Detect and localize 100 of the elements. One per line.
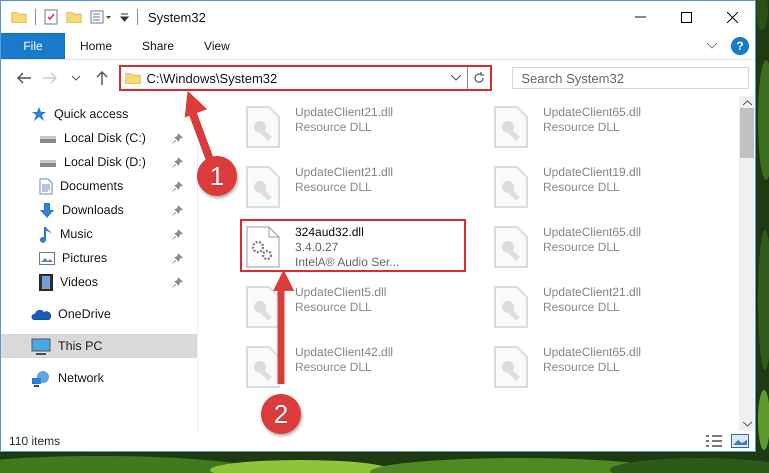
file-icon (245, 345, 281, 389)
file-detail: Resource DLL (295, 300, 373, 314)
minimize-icon (634, 16, 646, 18)
properties-icon[interactable] (44, 9, 58, 25)
pin-icon[interactable] (172, 204, 183, 216)
sidebar-item[interactable]: Quick access (1, 102, 134, 126)
pin-icon[interactable] (172, 252, 183, 264)
ribbon-tab[interactable]: View (189, 33, 245, 59)
network-icon (31, 370, 51, 386)
file-detail: Resource DLL (295, 360, 373, 374)
document-icon (39, 178, 53, 194)
file-detail: Resource DLL (543, 180, 621, 194)
sidebar-item-label: Documents (60, 179, 124, 193)
cloud-icon (31, 308, 51, 320)
file-name: UpdateClient65.dll (543, 105, 642, 119)
list-dropdown-icon[interactable] (90, 10, 112, 24)
sidebar-item-label: Music (60, 227, 94, 241)
large-icons-view-icon[interactable] (731, 434, 749, 448)
chevron-down-icon[interactable] (451, 75, 462, 81)
file-name: UpdateClient42.dll (295, 345, 394, 359)
sidebar-item-label: Local Disk (C:) (64, 131, 147, 145)
ribbon-tab[interactable]: Share (127, 33, 190, 59)
file-name: UpdateClient5.dll (295, 285, 386, 299)
star-icon (31, 106, 47, 122)
file-icon (245, 105, 281, 149)
sidebar-item[interactable]: Videos (1, 270, 189, 294)
ribbon-tab[interactable]: File (1, 33, 65, 59)
file-name: UpdateClient19.dll (543, 165, 642, 179)
back-arrow-icon (16, 72, 31, 84)
file-icon (245, 165, 281, 209)
sidebar-item[interactable]: This PC (1, 334, 197, 358)
film-icon (39, 274, 53, 290)
sidebar-item[interactable]: Local Disk (C:) (1, 126, 189, 150)
sidebar-item[interactable]: OneDrive (1, 302, 117, 326)
file-name: UpdateClient21.dll (295, 105, 394, 119)
new-folder-icon[interactable] (66, 10, 82, 24)
pin-icon[interactable] (172, 132, 183, 144)
item-count: 110 items (9, 434, 60, 448)
forward-arrow-icon (42, 72, 57, 84)
caret-icon[interactable] (120, 12, 129, 22)
ribbon-tab[interactable]: Home (65, 33, 128, 59)
file-icon (493, 285, 529, 329)
scrollbar[interactable] (739, 96, 755, 431)
sidebar-item[interactable]: Pictures (1, 246, 189, 270)
music-note-icon (39, 226, 53, 242)
address-path: C:\Windows\System32 (146, 70, 278, 86)
file-name: UpdateClient65.dll (543, 345, 642, 359)
sidebar-item-label: Videos (60, 275, 99, 289)
file-icon (493, 105, 529, 149)
address-field[interactable]: C:\Windows\System32 (118, 65, 492, 91)
file-detail: Resource DLL (543, 120, 621, 134)
file-detail: Resource DLL (295, 180, 373, 194)
sidebar-item-label: Quick access (54, 107, 128, 121)
file-icon (493, 225, 529, 269)
scroll-down-icon[interactable] (742, 421, 752, 427)
file-detail: Resource DLL (295, 120, 373, 134)
file-name: UpdateClient21.dll (295, 165, 394, 179)
file-item[interactable]: 324aud32.dll 3.4.0.27 IntelA® Audio Ser... (240, 219, 466, 272)
sidebar-item-label: OneDrive (58, 307, 111, 321)
file-detail: Resource DLL (543, 360, 621, 374)
sidebar-item-label: Pictures (62, 251, 108, 265)
sidebar-item-label: Local Disk (D:) (64, 155, 147, 169)
sidebar-item-label: Network (58, 371, 104, 385)
scrollbar-thumb[interactable] (740, 108, 754, 158)
chevron-down-icon[interactable] (707, 43, 717, 49)
file-name: UpdateClient21.dll (543, 285, 642, 299)
sidebar-item[interactable]: Network (1, 366, 110, 390)
file-detail: Resource DLL (543, 300, 621, 314)
annotation-arrow (184, 90, 214, 162)
folder-icon[interactable] (11, 10, 27, 24)
sidebar-item-label: This PC (58, 339, 104, 353)
gear-file-icon (245, 225, 281, 269)
scroll-up-icon[interactable] (742, 100, 752, 106)
sidebar-item[interactable]: Music (1, 222, 189, 246)
details-view-icon[interactable] (705, 434, 723, 448)
sidebar-item[interactable]: Local Disk (D:) (1, 150, 189, 174)
sidebar-item[interactable]: Documents (1, 174, 189, 198)
sidebar-item[interactable]: Downloads (1, 198, 189, 222)
pin-icon[interactable] (172, 228, 183, 240)
file-detail: IntelA® Audio Ser... (295, 255, 400, 269)
pin-icon[interactable] (172, 180, 183, 192)
file-name: UpdateClient65.dll (543, 225, 642, 239)
help-button[interactable]: ? (731, 37, 749, 55)
up-arrow-icon (96, 71, 108, 85)
refresh-icon[interactable] (473, 72, 486, 84)
picture-icon (39, 252, 55, 264)
pin-icon[interactable] (172, 276, 183, 288)
close-icon (726, 12, 738, 22)
file-detail: Resource DLL (543, 240, 621, 254)
file-icon (493, 345, 529, 389)
chevron-down-icon (72, 76, 80, 80)
folder-icon (124, 72, 140, 84)
file-name: 324aud32.dll (295, 225, 365, 239)
file-detail: 3.4.0.27 (295, 240, 340, 254)
search-field[interactable]: Search System32 (512, 67, 750, 89)
sidebar-item-label: Downloads (62, 203, 125, 217)
monitor-icon (31, 338, 51, 354)
window-title: System32 (148, 10, 206, 24)
download-arrow-icon (39, 202, 55, 218)
pin-icon[interactable] (172, 156, 183, 168)
